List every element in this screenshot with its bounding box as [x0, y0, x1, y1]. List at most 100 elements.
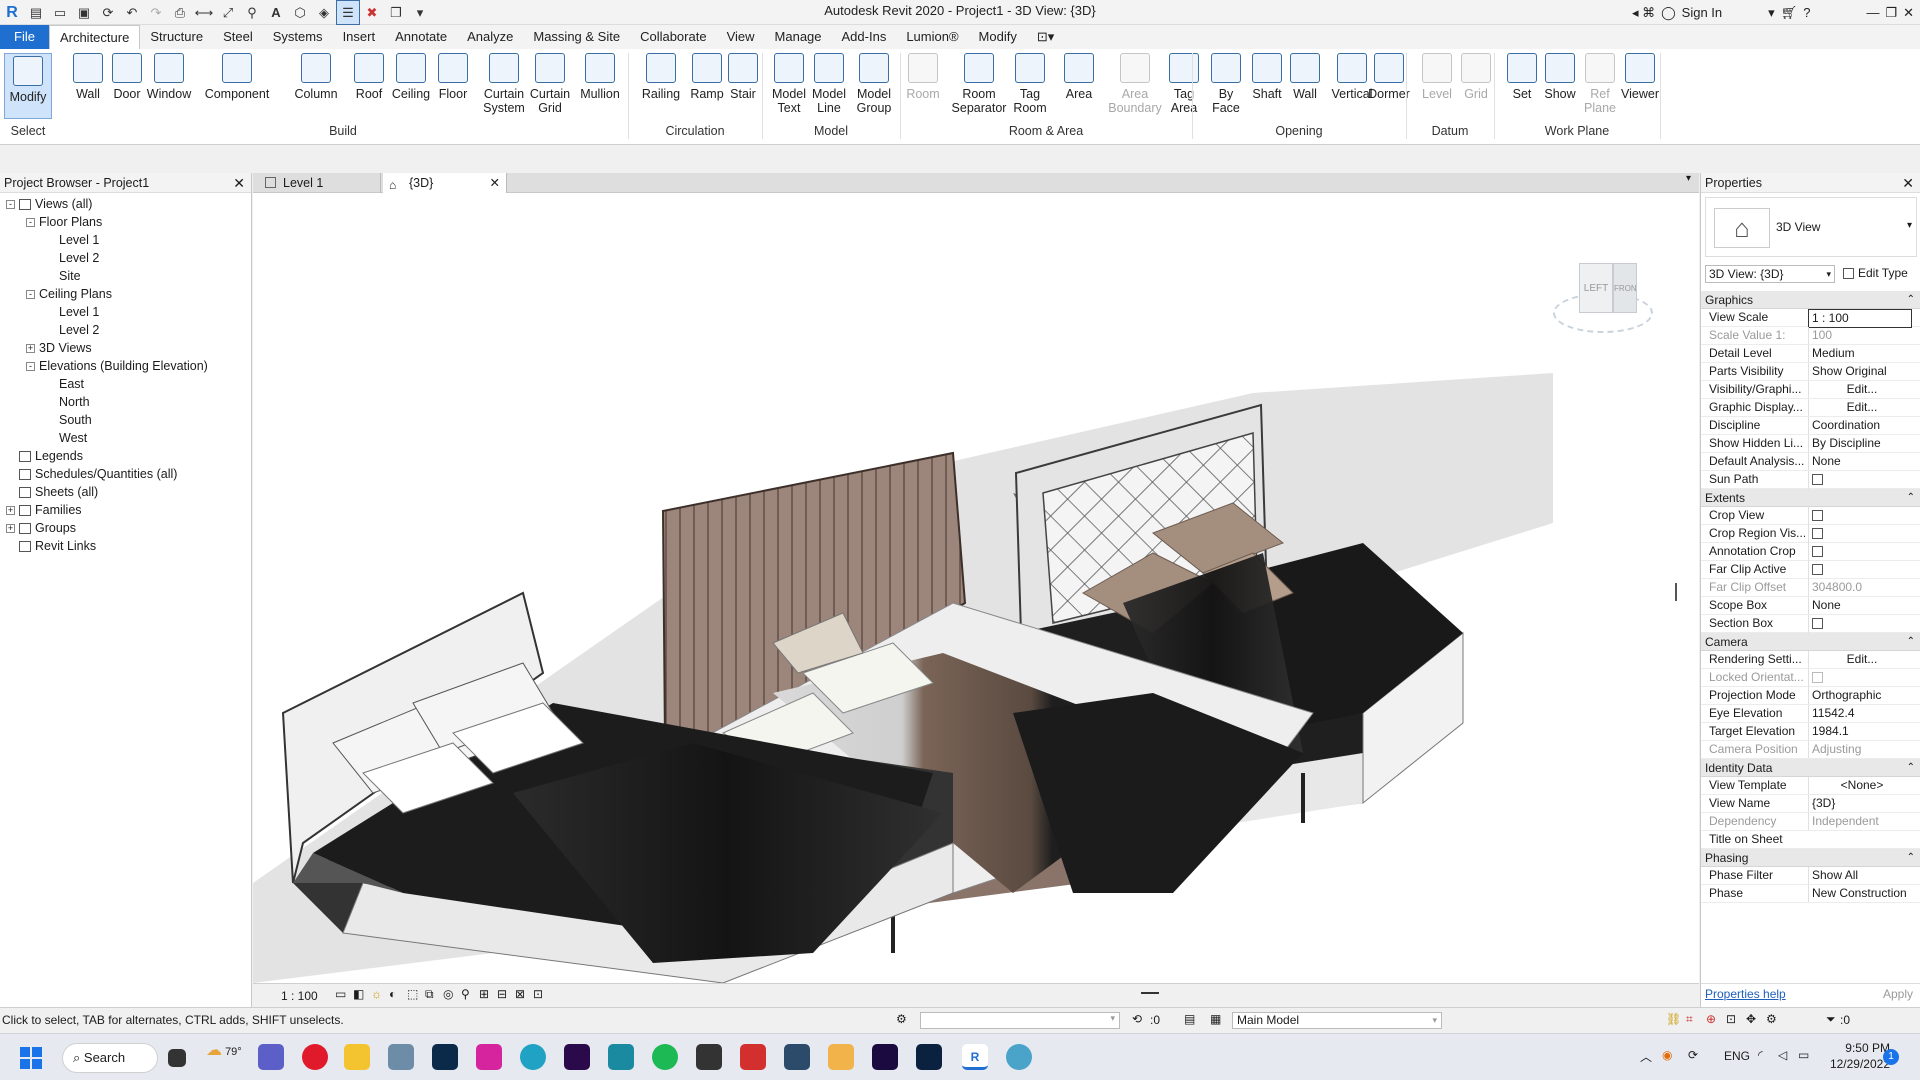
- weather-widget[interactable]: ☁ 79°: [206, 1040, 242, 1060]
- browser-node[interactable]: + Groups: [0, 519, 251, 537]
- autocad-icon[interactable]: [740, 1044, 766, 1070]
- collapse-icon[interactable]: ⌃: [1907, 759, 1915, 777]
- open-icon[interactable]: ▭: [48, 0, 72, 25]
- language-indicator[interactable]: ENG: [1724, 1049, 1750, 1063]
- dimension-icon[interactable]: ⤢: [216, 0, 240, 25]
- property-checkbox[interactable]: [1808, 471, 1912, 490]
- instance-selector[interactable]: 3D View: {3D} ▾: [1705, 265, 1835, 283]
- revit-taskbar-icon[interactable]: R: [962, 1044, 988, 1070]
- background-processes-icon[interactable]: ⚙: [1766, 1012, 1777, 1026]
- browser-node[interactable]: Level 2: [0, 249, 251, 267]
- collapse-icon[interactable]: -: [26, 362, 35, 372]
- checkbox[interactable]: [1812, 510, 1823, 521]
- 3d-viewport[interactable]: LEFT FRONT: [253, 193, 1699, 983]
- property-edit-button[interactable]: <None>: [1808, 777, 1912, 794]
- browser-node[interactable]: Legends: [0, 447, 251, 465]
- collapse-icon[interactable]: -: [6, 200, 15, 210]
- property-value[interactable]: None: [1808, 453, 1912, 470]
- photos-icon[interactable]: [388, 1044, 414, 1070]
- ribbon-button-level-29[interactable]: Level: [1416, 53, 1458, 101]
- checkbox[interactable]: [1812, 618, 1823, 629]
- browser-node[interactable]: - Ceiling Plans: [0, 285, 251, 303]
- select-pinned-icon[interactable]: ⊕: [1706, 1012, 1716, 1026]
- ribbon-button-model-group-17[interactable]: Model Group: [850, 53, 898, 115]
- editable-only-icon[interactable]: ⟲: [1132, 1012, 1142, 1026]
- close-hidden-icon[interactable]: ✖: [360, 0, 384, 25]
- browser-node[interactable]: East: [0, 375, 251, 393]
- tab-file[interactable]: File: [0, 25, 49, 49]
- browser-node[interactable]: - Views (all): [0, 195, 251, 213]
- sync-icon[interactable]: ⟳: [96, 0, 120, 25]
- premiere-icon[interactable]: [564, 1044, 590, 1070]
- viewcube[interactable]: LEFT FRONT: [1553, 253, 1653, 343]
- help-icon[interactable]: ?: [1803, 5, 1810, 20]
- property-value[interactable]: By Discipline: [1808, 435, 1912, 452]
- property-checkbox[interactable]: [1808, 507, 1912, 526]
- media-player-icon[interactable]: [828, 1044, 854, 1070]
- ribbon-button-mullion-11[interactable]: Mullion: [574, 53, 626, 101]
- properties-section-camera[interactable]: Camera ⌃: [1701, 633, 1920, 651]
- ribbon-button-component-4[interactable]: Component: [198, 53, 276, 101]
- property-edit-button[interactable]: Edit...: [1808, 651, 1912, 668]
- chevron-down-icon[interactable]: ▾: [1768, 5, 1775, 21]
- property-checkbox[interactable]: [1808, 525, 1912, 544]
- browser-node[interactable]: Level 1: [0, 231, 251, 249]
- ribbon-button-ramp-13[interactable]: Ramp: [686, 53, 728, 101]
- checkbox[interactable]: [1812, 564, 1823, 575]
- ribbon-button-grid-30[interactable]: Grid: [1456, 53, 1496, 101]
- view-tab-level-1[interactable]: Level 1: [257, 173, 381, 193]
- browser-node[interactable]: Revit Links: [0, 537, 251, 555]
- lightroom-classic-icon[interactable]: [432, 1044, 458, 1070]
- start-icon[interactable]: [20, 1047, 42, 1069]
- binoculars-icon[interactable]: ◂ ⌘: [1632, 5, 1655, 21]
- type-selector[interactable]: ⌂ 3D View ▾: [1705, 197, 1917, 257]
- browser-node[interactable]: West: [0, 429, 251, 447]
- wifi-icon[interactable]: ◜: [1758, 1048, 1763, 1062]
- collapse-icon[interactable]: ⌃: [1907, 633, 1915, 651]
- opera-icon[interactable]: [302, 1044, 328, 1070]
- ribbon-button-ceiling-7[interactable]: Ceiling: [388, 53, 434, 101]
- after-effects-icon[interactable]: [872, 1044, 898, 1070]
- tab-collaborate[interactable]: Collaborate: [630, 25, 717, 49]
- filter-icon[interactable]: ⏷: [1826, 1012, 1836, 1027]
- collapse-icon[interactable]: -: [26, 290, 35, 300]
- ribbon-button-stair-14[interactable]: Stair: [724, 53, 762, 101]
- properties-section-identity-data[interactable]: Identity Data ⌃: [1701, 759, 1920, 777]
- cart-icon[interactable]: 🛒︎: [1781, 5, 1798, 21]
- viewcube-front-face[interactable]: FRONT: [1613, 263, 1637, 313]
- tab-menu-icon[interactable]: ▾: [1686, 173, 1691, 184]
- browser-node[interactable]: Schedules/Quantities (all): [0, 465, 251, 483]
- collapse-icon[interactable]: ⌃: [1907, 291, 1915, 309]
- ribbon-button-area-21[interactable]: Area: [1058, 53, 1100, 101]
- browser-node[interactable]: Sheets (all): [0, 483, 251, 501]
- ribbon-button-curtain-grid-10[interactable]: Curtain Grid: [526, 53, 574, 115]
- property-edit-button[interactable]: Edit...: [1808, 399, 1912, 416]
- design-option-dropdown[interactable]: Main Model ▾: [1232, 1012, 1442, 1029]
- ribbon-button-viewer-34[interactable]: Viewer: [1614, 53, 1666, 101]
- select-links-icon[interactable]: ⛓: [1666, 1012, 1681, 1026]
- lumion-icon[interactable]: [1006, 1044, 1032, 1070]
- drag-elements-icon[interactable]: ✥: [1746, 1012, 1756, 1026]
- analytical-model-icon[interactable]: ⊟: [497, 987, 507, 1001]
- tag-icon[interactable]: ⚲: [240, 0, 264, 25]
- reveal-hidden-icon[interactable]: ⚲: [461, 987, 470, 1001]
- ribbon-button-set-31[interactable]: Set: [1502, 53, 1542, 101]
- edit-type-button[interactable]: Edit Type: [1843, 265, 1919, 283]
- tab-massing-site[interactable]: Massing & Site: [523, 25, 630, 49]
- context-switch-icon[interactable]: ⊡▾: [1027, 25, 1064, 49]
- app-icon[interactable]: [696, 1044, 722, 1070]
- app-icon[interactable]: [784, 1044, 810, 1070]
- visual-style-icon[interactable]: ◧: [353, 987, 364, 1001]
- ribbon-button-door-2[interactable]: Door: [108, 53, 146, 101]
- browser-node[interactable]: - Elevations (Building Elevation): [0, 357, 251, 375]
- select-underlay-icon[interactable]: ⌗: [1686, 1012, 1693, 1027]
- taskbar-search[interactable]: ⌕ Search: [62, 1043, 158, 1073]
- save-icon[interactable]: ▣: [72, 0, 96, 25]
- print-icon[interactable]: ⎙: [168, 0, 192, 25]
- chevron-up-icon[interactable]: ︿: [1640, 1048, 1652, 1065]
- tab-manage[interactable]: Manage: [765, 25, 832, 49]
- ribbon-button-wall-26[interactable]: Wall: [1286, 53, 1324, 101]
- workset-dropdown[interactable]: ▾: [920, 1012, 1120, 1029]
- undo-icon[interactable]: ↶: [120, 0, 144, 25]
- property-value[interactable]: Show Original: [1808, 363, 1912, 380]
